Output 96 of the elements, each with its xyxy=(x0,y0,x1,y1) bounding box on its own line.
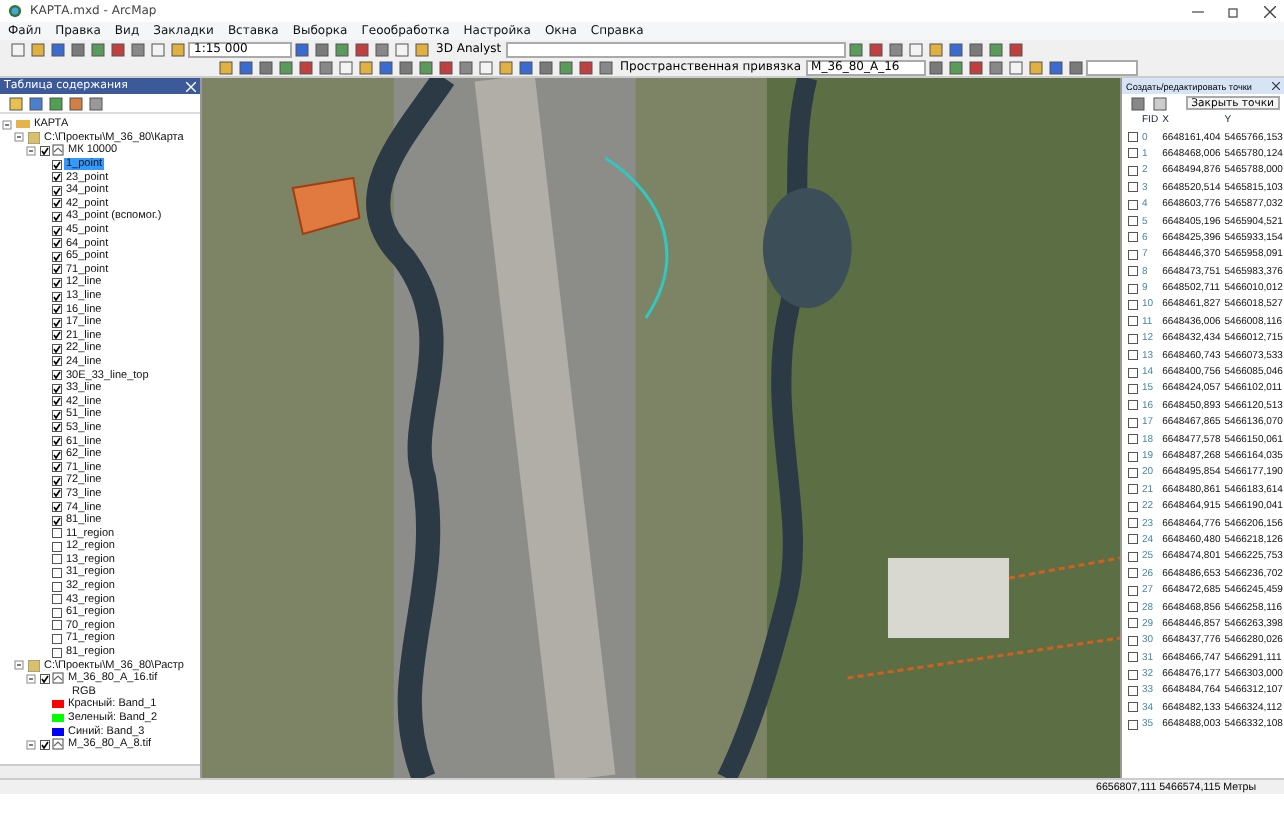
checkbox[interactable] xyxy=(52,185,62,196)
checkbox[interactable] xyxy=(52,567,62,578)
checkbox[interactable] xyxy=(52,211,62,222)
checkbox[interactable] xyxy=(1128,249,1138,260)
collapse-icon[interactable] xyxy=(26,673,36,684)
checkbox[interactable] xyxy=(1128,266,1138,277)
checkbox[interactable] xyxy=(1128,501,1138,512)
checkbox[interactable] xyxy=(1128,148,1138,159)
checkbox[interactable] xyxy=(52,198,62,209)
minimize-icon[interactable] xyxy=(1192,5,1204,17)
checkbox[interactable] xyxy=(1128,216,1138,227)
collapse-icon[interactable] xyxy=(14,660,24,671)
options-icon[interactable] xyxy=(88,95,104,111)
checkbox[interactable] xyxy=(1128,618,1138,629)
checkbox[interactable] xyxy=(52,488,62,499)
checkbox[interactable] xyxy=(52,251,62,262)
input-field[interactable] xyxy=(1085,59,1138,75)
checkbox[interactable] xyxy=(52,330,62,341)
collapse-icon[interactable] xyxy=(2,119,12,130)
checkbox[interactable] xyxy=(52,159,62,170)
checkbox[interactable] xyxy=(52,541,62,552)
scrollbar[interactable] xyxy=(0,764,200,778)
layer-icon xyxy=(52,672,64,685)
layer-icon xyxy=(52,144,64,157)
checkbox[interactable] xyxy=(1128,669,1138,680)
layer-field[interactable] xyxy=(505,41,846,57)
satellite-map-drawing[interactable] xyxy=(202,78,1120,778)
checkbox[interactable] xyxy=(52,291,62,302)
checkbox[interactable] xyxy=(52,383,62,394)
checkbox[interactable] xyxy=(1128,702,1138,713)
checkbox[interactable] xyxy=(52,475,62,486)
checkbox[interactable] xyxy=(52,238,62,249)
checkbox[interactable] xyxy=(1128,283,1138,294)
checkbox[interactable] xyxy=(1128,534,1138,545)
collapse-icon[interactable] xyxy=(26,739,36,750)
checkbox[interactable] xyxy=(52,620,62,631)
checkbox[interactable] xyxy=(52,396,62,407)
checkbox[interactable] xyxy=(52,647,62,658)
checkbox[interactable] xyxy=(52,594,62,605)
checkbox[interactable] xyxy=(1128,350,1138,361)
checkbox[interactable] xyxy=(52,462,62,473)
layer-icon xyxy=(52,738,64,751)
checkbox[interactable] xyxy=(1128,652,1138,663)
checkbox[interactable] xyxy=(52,607,62,618)
checkbox[interactable] xyxy=(1128,132,1138,143)
checkbox[interactable] xyxy=(1128,467,1138,478)
checkbox[interactable] xyxy=(1128,417,1138,428)
checkbox[interactable] xyxy=(1128,316,1138,327)
checkbox[interactable] xyxy=(52,172,62,183)
checkbox[interactable] xyxy=(52,343,62,354)
checkbox[interactable] xyxy=(52,633,62,644)
checkbox[interactable] xyxy=(52,528,62,539)
checkbox[interactable] xyxy=(1128,451,1138,461)
checkbox[interactable] xyxy=(1128,434,1138,445)
checkbox[interactable] xyxy=(52,422,62,433)
checkbox[interactable] xyxy=(1128,299,1138,310)
checkbox[interactable] xyxy=(1128,182,1138,193)
checkbox[interactable] xyxy=(1128,333,1138,344)
checkbox[interactable] xyxy=(1128,551,1138,562)
checkbox[interactable] xyxy=(1128,518,1138,529)
checkbox[interactable] xyxy=(1128,585,1138,596)
checkbox[interactable] xyxy=(1128,383,1138,394)
checkbox[interactable] xyxy=(1128,367,1138,378)
checkbox[interactable] xyxy=(52,581,62,592)
checkbox[interactable] xyxy=(1128,719,1138,730)
checkbox[interactable] xyxy=(1128,400,1138,411)
checkbox[interactable] xyxy=(1128,685,1138,696)
checkbox[interactable] xyxy=(52,264,62,275)
checkbox[interactable] xyxy=(1128,484,1138,495)
collapse-icon[interactable] xyxy=(26,145,36,156)
checkbox[interactable] xyxy=(1128,232,1138,243)
collapse-icon[interactable] xyxy=(14,132,24,143)
checkbox[interactable] xyxy=(52,317,62,328)
checkbox[interactable] xyxy=(52,515,62,526)
checkbox[interactable] xyxy=(1128,602,1138,613)
checkbox[interactable] xyxy=(52,356,62,367)
checkbox[interactable] xyxy=(52,304,62,315)
close-icon[interactable] xyxy=(1264,5,1276,17)
checkbox[interactable] xyxy=(40,673,50,684)
checkbox[interactable] xyxy=(1128,199,1138,210)
checkbox[interactable] xyxy=(52,436,62,447)
checkbox[interactable] xyxy=(52,449,62,460)
checkbox[interactable] xyxy=(52,554,62,565)
checkbox[interactable] xyxy=(1128,568,1138,579)
checkbox[interactable] xyxy=(52,502,62,513)
checkbox[interactable] xyxy=(52,277,62,288)
checkbox[interactable] xyxy=(40,145,50,156)
globe-icon xyxy=(8,4,22,18)
checkbox[interactable] xyxy=(1128,635,1138,646)
checkbox[interactable] xyxy=(1128,165,1138,176)
restore-icon[interactable] xyxy=(1228,5,1240,17)
checkbox[interactable] xyxy=(52,409,62,420)
close-icon[interactable] xyxy=(1272,82,1280,90)
checkbox[interactable] xyxy=(40,739,50,750)
checkbox[interactable] xyxy=(52,225,62,236)
checkbox[interactable] xyxy=(52,370,62,381)
